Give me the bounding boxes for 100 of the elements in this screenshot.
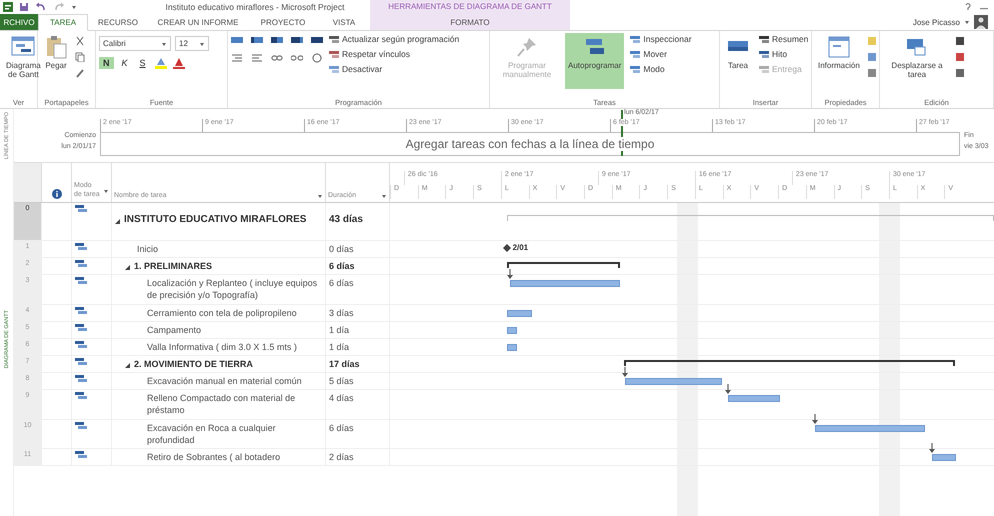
font-color-icon[interactable] [172,57,186,69]
avatar-icon[interactable] [974,15,988,29]
duration-cell-text: 0 días [329,243,355,256]
caret-icon[interactable] [71,4,77,10]
milestone-icon[interactable] [502,244,511,252]
indent-icon[interactable] [231,53,243,63]
task-name: Excavación en Roca a cualquier profundidad [147,422,277,446]
task-mode-icon [75,375,87,384]
dropdown-icon[interactable] [317,192,323,198]
ribbon-tab[interactable]: CREAR UN INFORME [148,14,248,30]
ribbon-button[interactable]: Inspeccionar [628,33,694,45]
ribbon-button[interactable]: Actualizar según programación [327,33,462,45]
duration-cell-text: 1 día [329,324,350,336]
task-mode-icon [75,358,87,366]
task-mode-icon [75,340,87,349]
task-mode-icon [75,243,87,251]
task-bar[interactable] [506,344,517,351]
ribbon-tab[interactable]: TAREA [38,14,88,31]
save-icon[interactable] [19,2,29,12]
ribbon-button[interactable]: Respetar vínculos [327,48,462,60]
task-mode-icon [75,205,87,213]
italic-button[interactable]: K [118,57,132,69]
context-tab-group: HERRAMIENTAS DE DIAGRAMA DE GANTT [370,0,570,14]
ribbon-tab[interactable]: PROYECTO [248,14,318,30]
ribbon-button[interactable]: Modo [628,63,694,75]
ribbon-button[interactable]: Autoprogramar [565,33,624,89]
app-icon[interactable] [3,2,13,12]
task-name: Inicio [137,243,158,256]
command-icon [329,34,339,44]
task-name: Retiro de Sobrantes ( al botadero [147,450,280,463]
task-mode-icon [75,324,87,332]
bold-button[interactable]: N [99,57,114,69]
milestone-label: 2/01 [512,243,528,252]
ribbon-button[interactable]: Pegar [41,33,71,89]
duration-cell-text: 6 días [329,277,355,290]
highlight-icon[interactable] [154,57,168,69]
duration-cell-text: 3 días [329,306,355,319]
task-bar[interactable] [932,454,956,461]
file-tab[interactable]: RCHIVO [0,14,38,30]
task-name: Relleno Compactado con material de préstamo [147,392,296,417]
task-mode-icon [75,277,87,286]
task-name: Cerramiento con tela de polipropileno [147,306,297,319]
link-arrow [929,442,936,454]
ribbon-button[interactable]: Mover [628,48,694,60]
unlink-icon[interactable] [291,53,303,63]
brush-icon[interactable] [75,68,85,78]
task-bar[interactable] [506,310,532,317]
ribbon-tab[interactable]: RECURSO [88,14,148,30]
task-bar[interactable] [506,326,517,334]
ribbon-button[interactable]: Desactivar [327,63,462,75]
task-name: INSTITUTO EDUCATIVO MIRAFLORES [124,213,306,226]
command-icon [630,64,640,74]
task-mode-icon [75,422,87,430]
summary-bar[interactable] [624,360,955,366]
undo-icon[interactable] [35,2,47,12]
ribbon-button[interactable]: Tarea [723,33,753,89]
task-bar[interactable] [624,378,722,386]
duration-cell-text: 6 días [329,260,356,272]
ribbon-button[interactable]: Resumen [757,33,810,45]
task-mode-icon [75,450,87,459]
task-bar[interactable] [510,280,620,288]
font-field[interactable]: Calibri [99,36,171,51]
help-icon[interactable] [964,2,972,12]
link-arrow [506,269,513,280]
duration-cell-text: 4 días [329,392,355,404]
timeline-bar[interactable]: Agregar tareas con fechas a la línea de tiempo [100,132,960,156]
user-name[interactable]: Jose Picasso [912,18,960,26]
caret-icon [161,40,167,46]
link-arrow [622,367,628,378]
link-arrow [812,414,818,425]
dropdown-icon[interactable] [381,192,387,198]
ribbon-button[interactable]: Diagrama de Gantt [3,33,44,89]
underline-button[interactable]: S [136,57,150,69]
caret-icon[interactable] [964,19,970,25]
command-icon [329,64,339,74]
duration-cell-text: 6 días [329,422,355,434]
summary-bar[interactable] [506,262,620,268]
task-name: Localización y Replanteo ( incluye equipos de precisión y/o Topografía) [147,277,318,302]
task-name: 2. MOVIMIENTO DE TIERRA [134,358,253,370]
task-mode-icon [75,306,87,315]
caret-icon [199,40,205,46]
ribbon-button[interactable]: Desplazarse a tarea [883,33,951,89]
ribbon-button[interactable]: Información [815,33,863,89]
outdent-icon[interactable] [251,53,263,63]
link-icon[interactable] [271,53,283,63]
task-name: Campamento [147,324,202,336]
scissors-icon[interactable] [75,36,85,46]
ribbon-tab[interactable]: VISTA [318,14,370,30]
task-bar[interactable] [814,424,926,432]
task-mode-icon [75,392,87,400]
task-mode-icon [75,260,87,268]
command-icon [759,34,769,44]
copy-icon[interactable] [75,52,85,62]
ribbon-button[interactable]: Hito [757,48,810,60]
task-bar[interactable] [728,395,780,402]
font-size-field[interactable]: 12 [175,36,209,51]
duration-cell-text: 43 días [329,213,364,226]
task-name: Valla Informativa ( dim 3.0 X 1.5 mts ) [147,340,297,353]
duration-cell-text: 1 día [329,340,350,353]
dropdown-icon[interactable] [103,188,109,194]
